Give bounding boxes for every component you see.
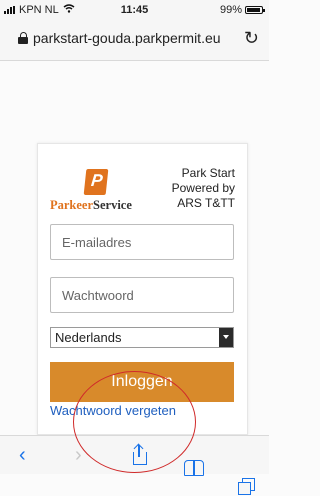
status-bar: KPN NL 11:45 99% (0, 0, 269, 20)
language-select[interactable]: Nederlands (50, 327, 234, 348)
logo-text: ParkeerService (50, 198, 132, 212)
browser-toolbar: ‹ › (0, 435, 269, 495)
browser-address-bar[interactable]: parkstart-gouda.parkpermit.eu ↻ (0, 20, 269, 61)
chevron-left-icon[interactable]: ‹ (19, 444, 26, 466)
forgot-password-link[interactable]: Wachtwoord vergeten (50, 403, 176, 418)
email-field[interactable] (50, 224, 234, 260)
battery-status: 99% (219, 4, 265, 16)
powered-by-line: Powered by (171, 181, 235, 195)
login-button[interactable]: Inloggen (50, 362, 234, 402)
parkeerservice-logo: P ParkeerService (50, 169, 150, 219)
logo-mark-icon: P (83, 169, 109, 195)
language-selected-value: Nederlands (55, 330, 122, 345)
powered-by-line: Park Start (181, 166, 235, 180)
password-field[interactable] (50, 277, 234, 313)
select-arrow-icon (219, 328, 233, 347)
email-input[interactable] (51, 225, 233, 259)
chevron-right-icon[interactable]: › (75, 444, 82, 466)
powered-by-line: ARS T&TT (177, 196, 235, 210)
bookmarks-icon[interactable] (184, 460, 206, 478)
share-icon[interactable] (130, 443, 148, 466)
battery-percent: 99% (219, 4, 242, 16)
tabs-icon[interactable] (238, 478, 256, 496)
login-card: P ParkeerService Park Start Powered by A… (37, 143, 248, 435)
url-field[interactable]: parkstart-gouda.parkpermit.eu (18, 30, 221, 46)
battery-icon (245, 6, 265, 14)
url-text: parkstart-gouda.parkpermit.eu (33, 30, 221, 46)
lock-icon (18, 32, 28, 44)
powered-by-text: Park Start Powered by ARS T&TT (172, 166, 235, 211)
reload-icon[interactable]: ↻ (244, 28, 259, 49)
password-input[interactable] (51, 278, 233, 312)
